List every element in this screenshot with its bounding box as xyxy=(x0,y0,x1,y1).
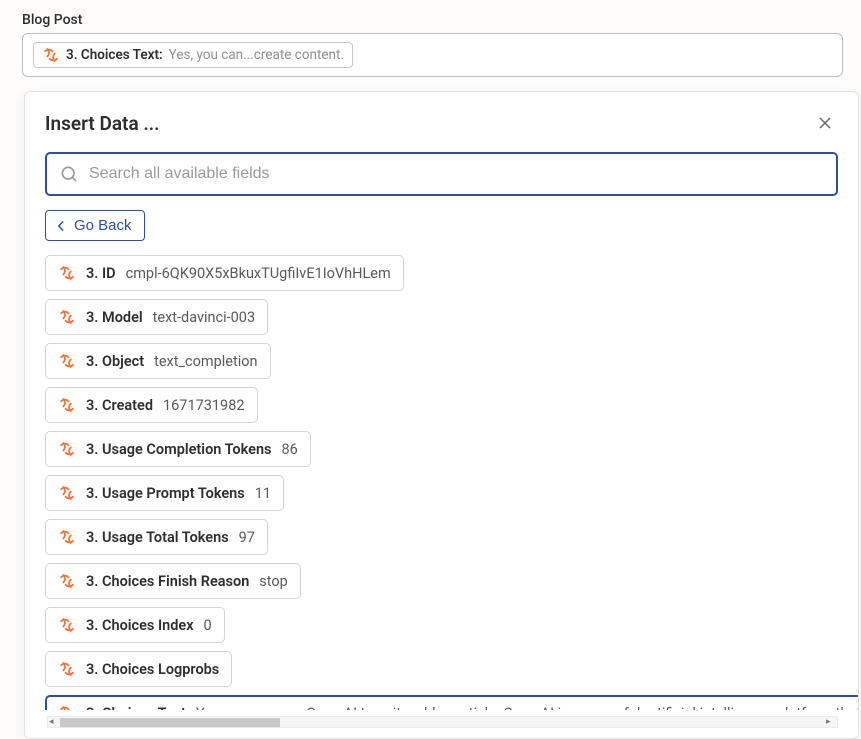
zapier-icon xyxy=(58,352,76,370)
field-item-label: 3. Model xyxy=(86,309,143,326)
zapier-icon xyxy=(58,660,76,678)
field-item[interactable]: 3. Usage Total Tokens 97 xyxy=(45,519,268,555)
field-item-label: 3. Choices Finish Reason xyxy=(86,573,249,590)
field-item-label: 3. Choices Index xyxy=(86,617,194,634)
search-input[interactable] xyxy=(89,165,824,183)
field-item[interactable]: 3. Model text-davinci-003 xyxy=(45,299,268,335)
field-item-value: 1671731982 xyxy=(163,397,245,414)
pill-value: Yes, you can...create content. xyxy=(169,47,344,63)
field-item-value: 0 xyxy=(204,617,212,634)
field-item-value: text-davinci-003 xyxy=(153,309,255,326)
zapier-icon xyxy=(58,528,76,546)
go-back-button[interactable]: Go Back xyxy=(45,210,145,241)
field-item-value: 86 xyxy=(282,441,298,458)
field-item[interactable]: 3. Object text_completion xyxy=(45,343,271,379)
go-back-label: Go Back xyxy=(74,217,132,234)
field-item-value: 97 xyxy=(239,529,255,546)
inserted-field-pill[interactable]: 3. Choices Text: Yes, you can...create c… xyxy=(33,42,353,68)
zapier-icon xyxy=(42,46,60,64)
field-item[interactable]: 3. Usage Prompt Tokens 11 xyxy=(45,475,284,511)
zapier-icon xyxy=(58,308,76,326)
field-item-value: stop xyxy=(259,573,288,590)
zapier-icon xyxy=(58,264,76,282)
field-item-label: 3. Usage Prompt Tokens xyxy=(86,485,245,502)
field-item-label: 3. Usage Total Tokens xyxy=(86,529,229,546)
pill-label: 3. Choices Text: xyxy=(66,47,163,63)
field-item-value: text_completion xyxy=(154,353,257,370)
scrollbar-thumb[interactable] xyxy=(60,718,280,727)
zapier-icon xyxy=(58,616,76,634)
zapier-icon xyxy=(58,572,76,590)
field-item-value: Yes, you can use Open AI to write a blog… xyxy=(196,705,858,711)
field-item-label: 3. Object xyxy=(86,353,144,370)
chevron-left-icon xyxy=(54,219,68,233)
field-item[interactable]: 3. ID cmpl-6QK90X5xBkuxTUgfiIvE1IoVhHLem xyxy=(45,255,404,291)
field-item-label: 3. Usage Completion Tokens xyxy=(86,441,272,458)
blog-post-input[interactable]: 3. Choices Text: Yes, you can...create c… xyxy=(22,33,843,77)
field-item[interactable]: 3. Choices Text Yes, you can use Open AI … xyxy=(45,695,858,710)
horizontal-scrollbar[interactable]: ◂ ▸ xyxy=(47,716,838,728)
insert-data-modal: Insert Data ... Go Back 3. ID cmpl-6QK90X… xyxy=(24,91,859,739)
scroll-left-arrow[interactable]: ◂ xyxy=(49,717,59,727)
zapier-icon xyxy=(58,396,76,414)
zapier-icon xyxy=(58,484,76,502)
zapier-icon xyxy=(58,440,76,458)
field-item[interactable]: 3. Choices Index 0 xyxy=(45,607,225,643)
search-field[interactable] xyxy=(45,152,838,196)
field-item-label: 3. Choices Logprobs xyxy=(86,661,219,678)
close-button[interactable] xyxy=(812,110,838,136)
close-icon xyxy=(817,115,833,131)
field-item-value: cmpl-6QK90X5xBkuxTUgfiIvE1IoVhHLem xyxy=(126,265,391,282)
scroll-right-arrow[interactable]: ▸ xyxy=(826,717,836,727)
field-item-label: 3. Choices Text xyxy=(86,705,186,711)
field-list: 3. IDcmpl-6QK90X5xBkuxTUgfiIvE1IoVhHLem3… xyxy=(25,255,858,710)
zapier-icon xyxy=(58,704,76,710)
search-icon xyxy=(59,164,79,184)
field-item[interactable]: 3. Created 1671731982 xyxy=(45,387,258,423)
field-label: Blog Post xyxy=(22,12,843,28)
field-item-value: 11 xyxy=(255,485,271,502)
field-item[interactable]: 3. Choices Finish Reason stop xyxy=(45,563,301,599)
field-item-label: 3. Created xyxy=(86,397,153,414)
field-item-label: 3. ID xyxy=(86,265,116,282)
modal-title: Insert Data ... xyxy=(45,112,160,135)
field-item[interactable]: 3. Usage Completion Tokens 86 xyxy=(45,431,311,467)
field-item[interactable]: 3. Choices Logprobs xyxy=(45,651,232,687)
